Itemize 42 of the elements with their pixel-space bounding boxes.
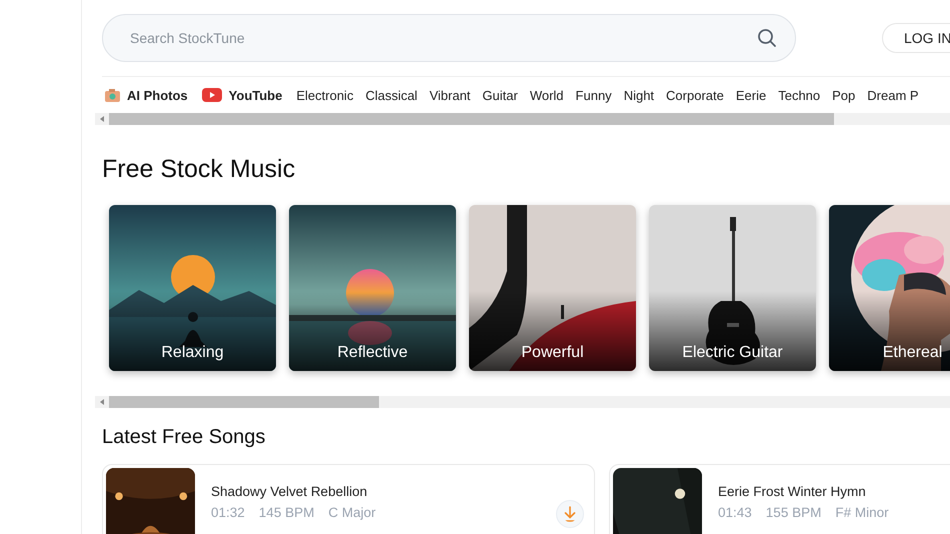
section-heading: Free Stock Music <box>102 155 296 184</box>
category-card[interactable]: Electric Guitar <box>649 205 816 371</box>
scrollbar[interactable] <box>95 396 950 408</box>
song-duration: 01:43 <box>718 505 752 520</box>
category-link[interactable]: YouTube <box>202 88 282 102</box>
category-link[interactable]: Techno <box>778 88 820 102</box>
song-title: Eerie Frost Winter Hymn <box>718 484 867 499</box>
song-tempo: 155 BPM <box>766 505 822 520</box>
song-duration: 01:32 <box>211 505 245 520</box>
search-icon <box>757 28 777 48</box>
download-button[interactable] <box>556 500 584 528</box>
scrollbar[interactable] <box>95 113 950 125</box>
song-card[interactable]: Shadowy Velvet Rebellion 01:32 145 BPM C Major <box>102 464 595 534</box>
category-link[interactable]: Guitar <box>482 88 518 102</box>
song-card[interactable]: Eerie Frost Winter Hymn 01:43 155 BPM F# Minor <box>609 464 950 534</box>
login-button[interactable]: LOG IN <box>882 23 950 53</box>
song-title: Shadowy Velvet Rebellion <box>211 484 368 499</box>
section-heading: Latest Free Songs <box>102 426 266 449</box>
category-link[interactable]: Classical <box>365 88 418 102</box>
camera-icon <box>105 88 120 102</box>
category-link[interactable]: AI Photos <box>105 88 188 102</box>
category-link[interactable]: Pop <box>832 88 856 102</box>
arrow-left-icon[interactable] <box>100 116 104 122</box>
category-link[interactable]: Eerie <box>736 88 766 102</box>
search-field[interactable]: Search StockTune <box>102 14 796 62</box>
category-card[interactable]: Ethereal <box>829 205 950 371</box>
category-link[interactable]: Electronic <box>296 88 354 102</box>
category-link[interactable]: World <box>530 88 564 102</box>
song-key: F# Minor <box>835 505 889 520</box>
arrow-left-icon[interactable] <box>100 399 104 405</box>
song-key: C Major <box>328 505 376 520</box>
category-link[interactable]: Corporate <box>666 88 724 102</box>
category-link[interactable]: Night <box>624 88 654 102</box>
play-icon <box>202 88 222 102</box>
song-tempo: 145 BPM <box>258 505 314 520</box>
category-link[interactable]: Dream P <box>867 88 919 102</box>
download-icon <box>563 506 577 522</box>
category-card[interactable]: Powerful <box>469 205 636 371</box>
category-card[interactable]: Relaxing <box>109 205 276 371</box>
category-link[interactable]: Funny <box>576 88 612 102</box>
category-link[interactable]: Vibrant <box>429 88 470 102</box>
category-card[interactable]: Reflective <box>289 205 456 371</box>
